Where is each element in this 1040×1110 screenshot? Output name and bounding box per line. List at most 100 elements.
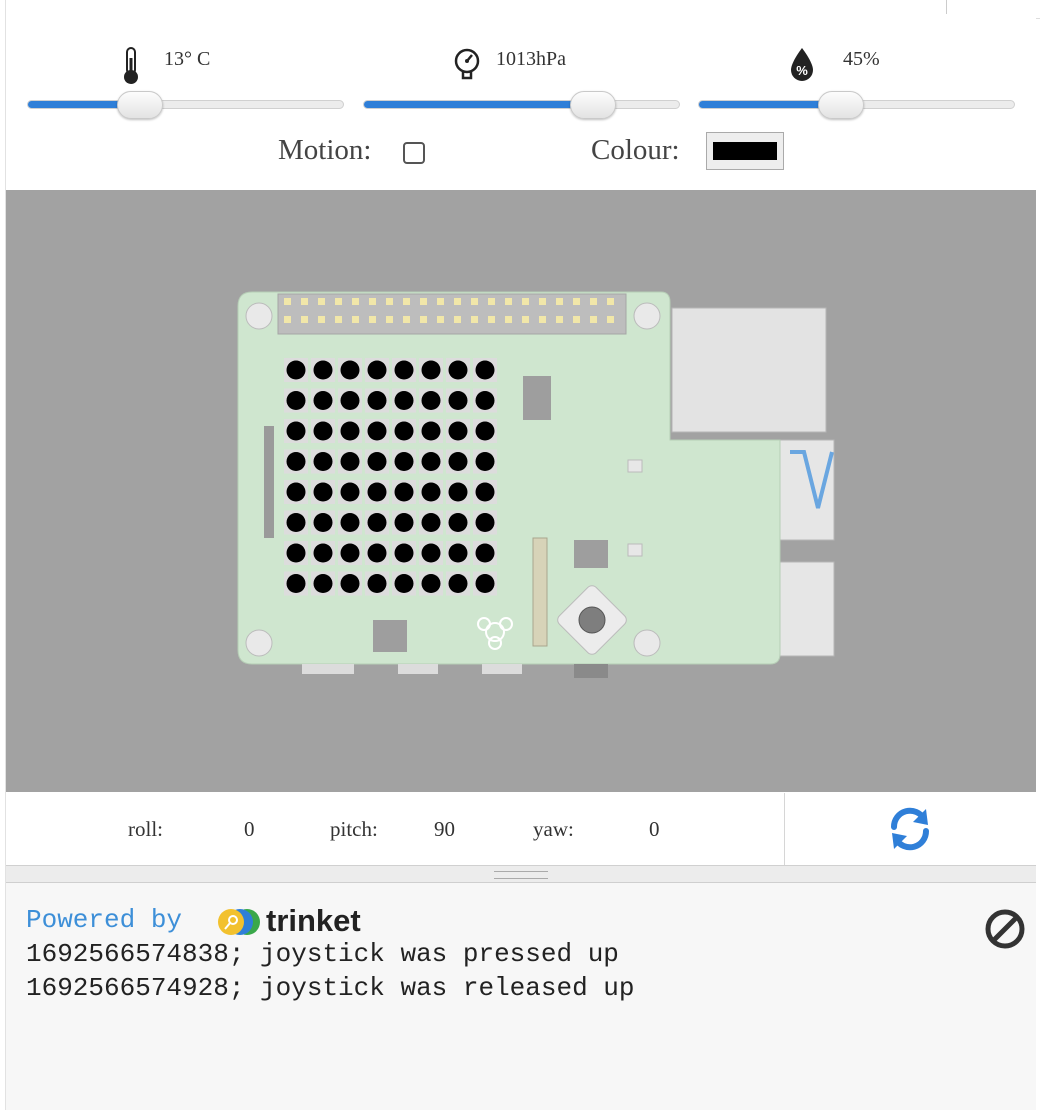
- led-pixel[interactable]: [394, 360, 414, 380]
- led-pixel[interactable]: [340, 360, 360, 380]
- led-pixel[interactable]: [421, 574, 441, 593]
- led-pixel[interactable]: [313, 452, 333, 471]
- led-pixel[interactable]: [367, 421, 387, 441]
- led-pixel[interactable]: [421, 360, 441, 380]
- led-pixel[interactable]: [286, 574, 306, 593]
- led-pixel[interactable]: [367, 482, 387, 502]
- led-pixel[interactable]: [394, 421, 414, 441]
- colour-label: Colour:: [591, 134, 680, 166]
- svg-text:%: %: [796, 63, 808, 78]
- led-pixel[interactable]: [448, 421, 468, 441]
- led-pixel[interactable]: [475, 543, 495, 563]
- pressure-value: 1013hPa: [496, 48, 566, 70]
- toolbar-divider: [946, 0, 947, 14]
- colour-swatch: [713, 142, 777, 160]
- led-pixel[interactable]: [421, 513, 441, 532]
- pressure-slider-handle[interactable]: [570, 91, 616, 119]
- led-pixel[interactable]: [340, 482, 360, 502]
- led-pixel[interactable]: [448, 391, 468, 410]
- led-pixel[interactable]: [475, 482, 495, 502]
- led-pixel[interactable]: [313, 513, 333, 532]
- led-pixel[interactable]: [421, 391, 441, 410]
- led-pixel[interactable]: [448, 543, 468, 563]
- led-pixel[interactable]: [340, 574, 360, 593]
- led-pixel[interactable]: [340, 543, 360, 563]
- led-pixel[interactable]: [313, 543, 333, 563]
- led-pixel[interactable]: [394, 482, 414, 502]
- led-pixel[interactable]: [286, 513, 306, 532]
- pressure-slider[interactable]: [363, 100, 680, 109]
- led-pixel[interactable]: [286, 360, 306, 380]
- humidity-sensor: % 45%: [696, 36, 1036, 119]
- resize-handle[interactable]: [6, 866, 1036, 883]
- pitch-label: pitch:: [330, 817, 378, 841]
- orientation-divider: [784, 793, 785, 865]
- roll-value: 0: [244, 817, 255, 841]
- led-pixel[interactable]: [475, 421, 495, 441]
- led-pixel[interactable]: [313, 574, 333, 593]
- trinket-brand: trinket: [266, 903, 361, 938]
- led-pixel[interactable]: [367, 391, 387, 410]
- led-pixel[interactable]: [475, 452, 495, 471]
- gauge-icon: [454, 48, 480, 80]
- pitch-value: 90: [434, 817, 455, 841]
- led-pixel[interactable]: [313, 391, 333, 410]
- trinket-key-icon: [218, 909, 260, 935]
- led-pixel[interactable]: [394, 513, 414, 532]
- led-pixel[interactable]: [421, 482, 441, 502]
- led-pixel[interactable]: [394, 543, 414, 563]
- led-pixel[interactable]: [367, 513, 387, 532]
- led-pixel[interactable]: [448, 360, 468, 380]
- clear-console-icon[interactable]: [984, 908, 1026, 950]
- console-line: 1692566574838; joystick was pressed up: [26, 939, 619, 969]
- led-pixel[interactable]: [394, 391, 414, 410]
- led-pixel[interactable]: [394, 452, 414, 471]
- yaw-label: yaw:: [533, 817, 574, 841]
- led-pixel[interactable]: [340, 391, 360, 410]
- led-pixel[interactable]: [448, 513, 468, 532]
- orientation-bar: roll: 0 pitch: 90 yaw: 0: [6, 793, 1036, 866]
- led-pixel[interactable]: [340, 452, 360, 471]
- led-pixel[interactable]: [286, 421, 306, 441]
- led-pixel[interactable]: [367, 360, 387, 380]
- sense-hat-board-image: [237, 291, 835, 678]
- colour-picker[interactable]: [706, 132, 784, 170]
- led-pixel[interactable]: [313, 360, 333, 380]
- led-pixel[interactable]: [286, 543, 306, 563]
- led-pixel[interactable]: [367, 452, 387, 471]
- humidity-drop-icon: %: [791, 48, 813, 81]
- temperature-slider[interactable]: [27, 100, 344, 109]
- led-pixel[interactable]: [313, 482, 333, 502]
- reset-orientation-icon[interactable]: [886, 805, 934, 853]
- led-pixel[interactable]: [448, 482, 468, 502]
- led-pixel[interactable]: [340, 513, 360, 532]
- led-pixel[interactable]: [475, 513, 495, 532]
- led-pixel[interactable]: [421, 452, 441, 471]
- led-pixel[interactable]: [394, 574, 414, 593]
- resize-grip: [494, 871, 548, 879]
- led-pixel[interactable]: [448, 574, 468, 593]
- led-pixel[interactable]: [421, 421, 441, 441]
- led-pixel[interactable]: [340, 421, 360, 441]
- output-console: Powered by trinket 1692566574838; joysti…: [6, 883, 1036, 1110]
- led-pixel[interactable]: [367, 574, 387, 593]
- led-pixel[interactable]: [475, 574, 495, 593]
- temperature-sensor: 13° C: [6, 36, 351, 119]
- led-pixel[interactable]: [421, 543, 441, 563]
- led-pixel[interactable]: [475, 360, 495, 380]
- humidity-value: 45%: [843, 48, 880, 70]
- led-pixel[interactable]: [475, 391, 495, 410]
- led-pixel[interactable]: [313, 421, 333, 441]
- led-pixel[interactable]: [286, 391, 306, 410]
- led-pixel[interactable]: [448, 452, 468, 471]
- sensor-panel: 13° C 1013hPa % 45% Motion: Colour:: [6, 18, 1036, 191]
- temperature-value: 13° C: [164, 48, 211, 70]
- humidity-slider-handle[interactable]: [818, 91, 864, 119]
- temperature-slider-handle[interactable]: [117, 91, 163, 119]
- motion-label: Motion:: [278, 134, 372, 166]
- led-pixel[interactable]: [286, 482, 306, 502]
- led-pixel[interactable]: [367, 543, 387, 563]
- led-pixel[interactable]: [286, 452, 306, 471]
- pressure-slider-fill: [364, 101, 588, 108]
- motion-checkbox[interactable]: [403, 142, 425, 164]
